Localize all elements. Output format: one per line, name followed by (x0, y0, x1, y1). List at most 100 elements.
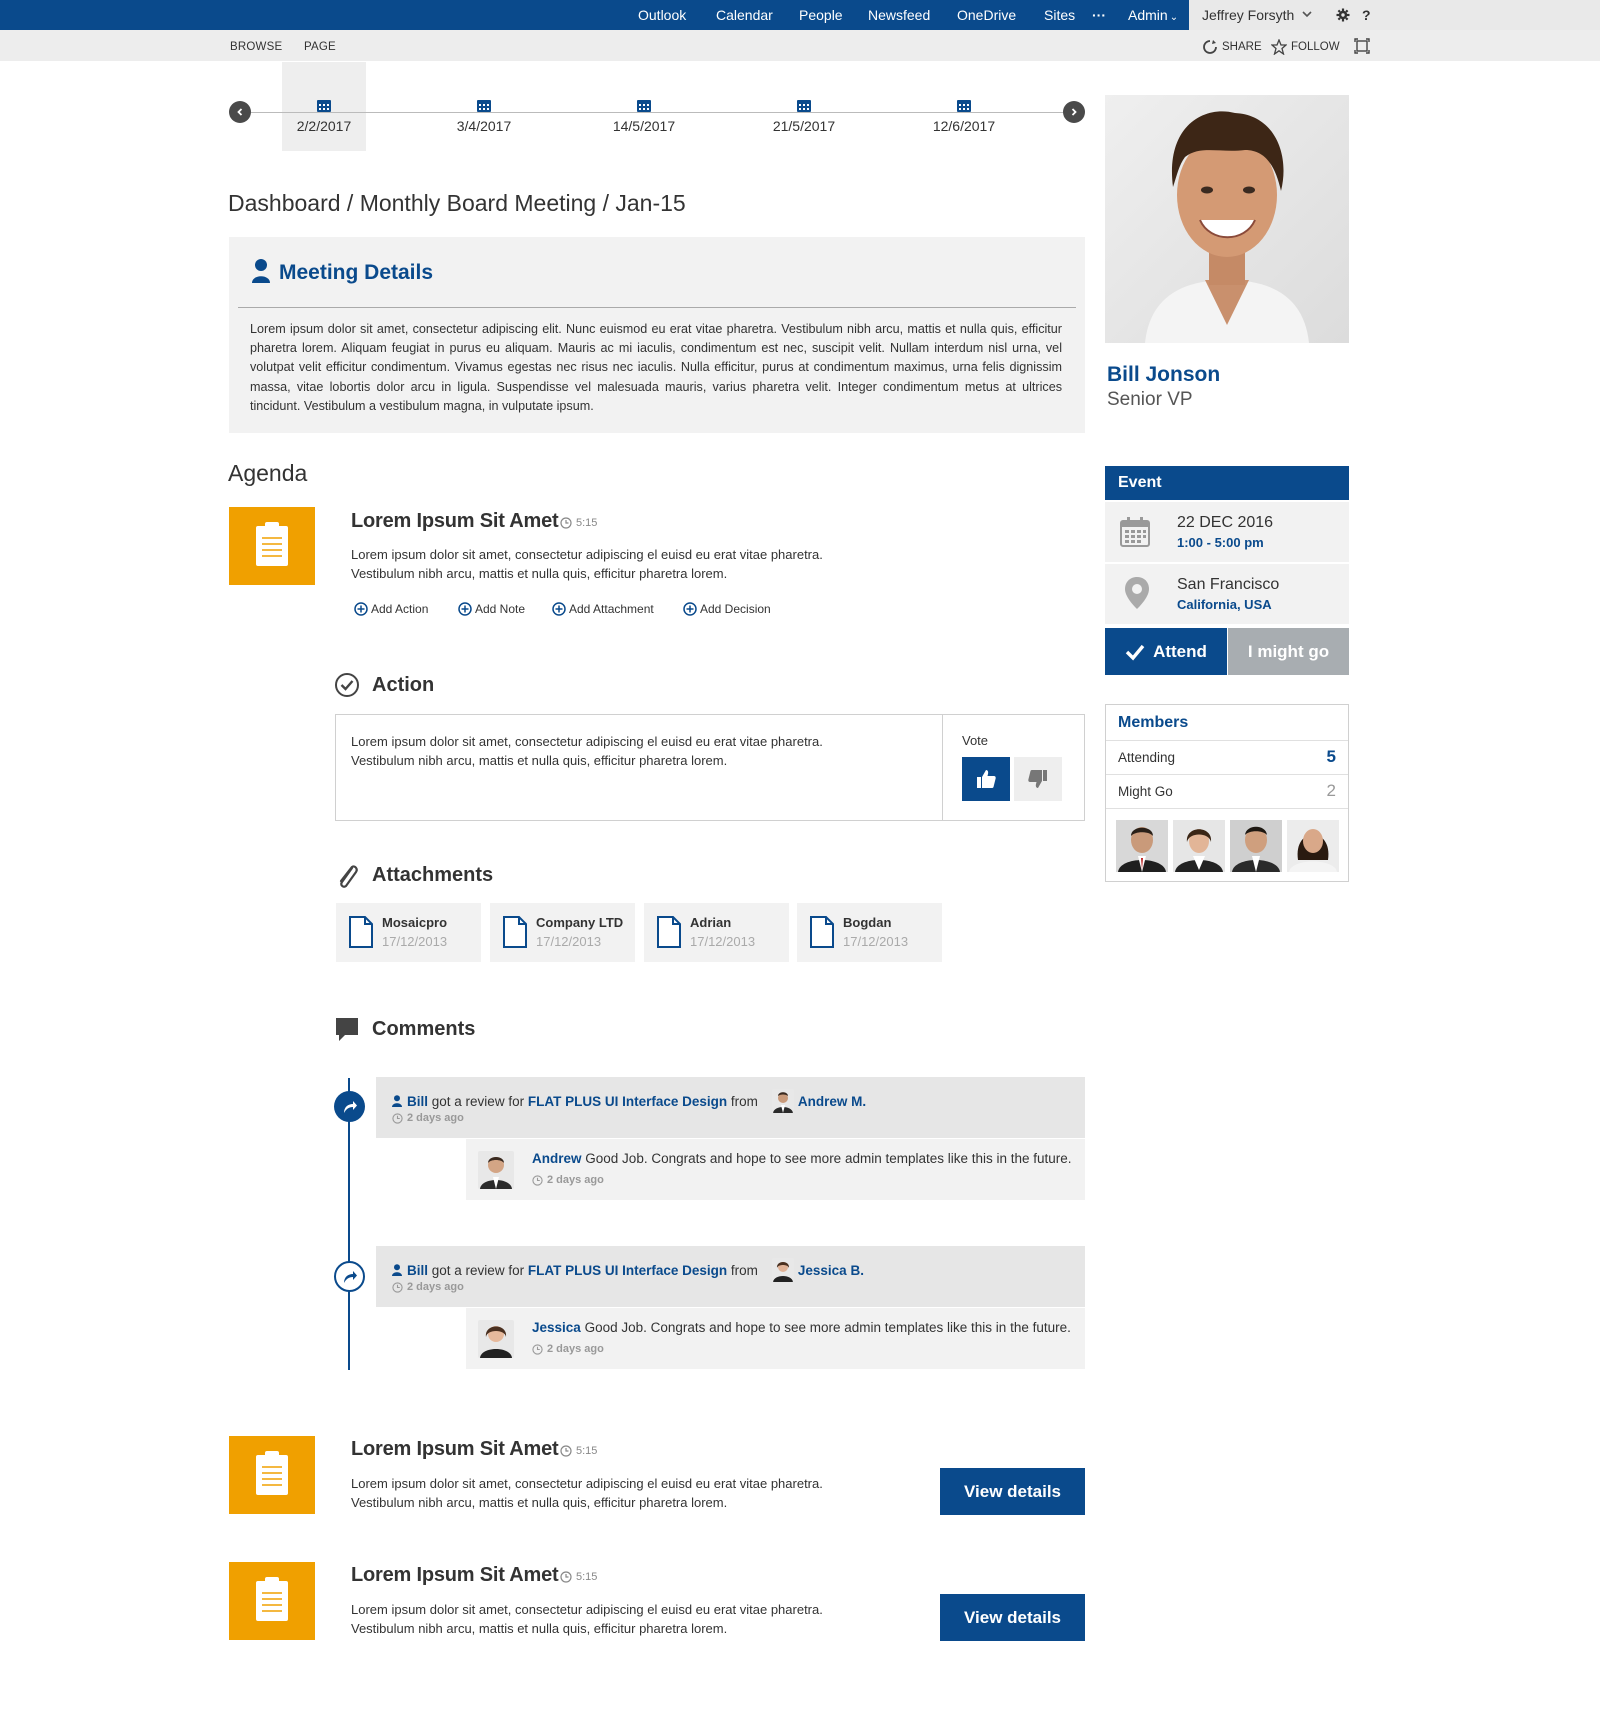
comment-time-text: 2 days ago (407, 1112, 464, 1124)
agenda-item-icon (229, 1562, 315, 1640)
follow-button[interactable]: FOLLOW (1271, 30, 1340, 64)
members-attending-row[interactable]: Attending 5 (1106, 740, 1348, 774)
agenda-item-icon (229, 507, 315, 585)
profile-name[interactable]: Bill Jonson (1107, 363, 1220, 387)
timeline-date-label: 14/5/2017 (612, 118, 676, 134)
add-decision-button[interactable]: Add Decision (683, 602, 771, 616)
attachment-name: Adrian (690, 915, 732, 930)
avatar[interactable] (1287, 820, 1339, 872)
document-icon (348, 916, 374, 948)
agenda-item-description: Lorem ipsum dolor sit amet, consectetur … (351, 545, 871, 583)
add-attachment-button[interactable]: Add Attachment (552, 602, 654, 616)
event-region: California, USA (1177, 597, 1272, 612)
comment-reviewer[interactable]: Jessica B. (798, 1263, 864, 1278)
nav-more[interactable]: ··· (1092, 0, 1106, 30)
calendar-icon (759, 99, 849, 113)
members-might-go-row[interactable]: Might Go 2 (1106, 774, 1348, 808)
comment-author[interactable]: Bill (407, 1094, 428, 1109)
clock-icon (560, 1445, 572, 1457)
view-details-button[interactable]: View details (940, 1468, 1085, 1515)
action-text: Lorem ipsum dolor sit amet, consectetur … (351, 732, 871, 770)
attachment-item[interactable]: Mosaicpro 17/12/2013 (336, 903, 481, 962)
timeline-date-item[interactable]: 12/6/2017 (919, 99, 1009, 134)
avatar[interactable] (1173, 820, 1225, 872)
comment-time: 2 days ago (532, 1174, 604, 1186)
attend-label: Attend (1153, 641, 1207, 661)
nav-calendar[interactable]: Calendar (716, 0, 773, 30)
attachment-item[interactable]: Bogdan 17/12/2013 (797, 903, 942, 962)
ribbon-bar: BROWSE PAGE SHARE FOLLOW (0, 30, 1600, 61)
user-menu[interactable]: Jeffrey Forsyth ? (1189, 0, 1600, 30)
profile-photo (1105, 95, 1349, 343)
event-title: Event (1105, 466, 1349, 500)
comment-line: Bill got a review for FLAT PLUS UI Inter… (392, 1258, 864, 1282)
calendar-icon (279, 99, 369, 113)
plus-circle-icon (552, 602, 566, 616)
reply-author[interactable]: Andrew (532, 1151, 582, 1166)
attachment-name: Mosaicpro (382, 915, 448, 930)
attachment-item[interactable]: Adrian 17/12/2013 (644, 903, 789, 962)
reply-author[interactable]: Jessica (532, 1320, 581, 1335)
attachment-name: Company LTD (536, 915, 624, 930)
nav-sites[interactable]: Sites (1044, 0, 1075, 30)
attend-button[interactable]: Attend (1105, 628, 1227, 675)
timeline-date-item[interactable]: 14/5/2017 (599, 99, 689, 134)
nav-admin[interactable]: Admin ⌄ (1128, 0, 1178, 30)
tab-page[interactable]: PAGE (304, 30, 336, 64)
event-date-row: 22 DEC 2016 1:00 - 5:00 pm (1105, 502, 1349, 562)
attachment-date: 17/12/2013 (536, 934, 602, 949)
thumbs-up-icon (977, 770, 996, 788)
nav-newsfeed[interactable]: Newsfeed (868, 0, 930, 30)
comment-time-text: 2 days ago (547, 1174, 604, 1186)
nav-onedrive[interactable]: OneDrive (957, 0, 1016, 30)
calendar-icon (919, 99, 1009, 113)
timeline-date-label: 21/5/2017 (772, 118, 836, 134)
timeline-date-item[interactable]: 21/5/2017 (759, 99, 849, 134)
tab-browse[interactable]: BROWSE (230, 30, 282, 64)
clock-icon (560, 517, 572, 529)
share-button[interactable]: SHARE (1202, 30, 1262, 64)
avatar[interactable] (1116, 820, 1168, 872)
timeline-date-item[interactable]: 2/2/2017 (279, 99, 369, 134)
breadcrumb: Dashboard / Monthly Board Meeting / Jan-… (228, 190, 686, 216)
add-action-label: Add Action (371, 602, 429, 616)
attachments-section-title: Attachments (372, 864, 494, 886)
comment-product-link[interactable]: FLAT PLUS UI Interface Design (528, 1263, 727, 1278)
comment-text: got a review for (431, 1262, 525, 1278)
clock-icon (532, 1343, 543, 1355)
add-action-button[interactable]: Add Action (354, 602, 428, 616)
timeline-date-label: 2/2/2017 (296, 118, 352, 134)
attending-count: 5 (1326, 747, 1336, 766)
comment-text: from (730, 1262, 758, 1278)
comment-time: 2 days ago (532, 1343, 604, 1355)
attachment-date: 17/12/2013 (690, 934, 756, 949)
comment-bubble-icon (334, 1016, 360, 1044)
comment-product-link[interactable]: FLAT PLUS UI Interface Design (528, 1094, 727, 1109)
avatar (771, 1089, 794, 1113)
add-decision-label: Add Decision (700, 602, 771, 616)
members-panel: Members Attending 5 Might Go 2 (1105, 704, 1349, 882)
comment-author[interactable]: Bill (407, 1263, 428, 1278)
agenda-item-title[interactable]: Lorem Ipsum Sit Amet (351, 1438, 559, 1461)
focus-mode-icon[interactable] (1354, 38, 1370, 54)
view-details-button[interactable]: View details (940, 1594, 1085, 1641)
nav-people[interactable]: People (799, 0, 843, 30)
attachment-item[interactable]: Company LTD 17/12/2013 (490, 903, 635, 962)
timeline-next-button[interactable] (1063, 101, 1085, 123)
chevron-down-icon (1301, 8, 1313, 20)
attachment-date: 17/12/2013 (382, 934, 448, 949)
agenda-item-title[interactable]: Lorem Ipsum Sit Amet (351, 510, 559, 533)
agenda-item-title[interactable]: Lorem Ipsum Sit Amet (351, 1564, 559, 1587)
add-note-button[interactable]: Add Note (458, 602, 525, 616)
vote-up-button[interactable] (962, 757, 1010, 801)
nav-outlook[interactable]: Outlook (638, 0, 686, 30)
avatar[interactable] (1230, 820, 1282, 872)
gear-icon[interactable] (1336, 8, 1350, 22)
help-icon[interactable]: ? (1362, 0, 1371, 30)
vote-down-button[interactable] (1014, 757, 1062, 801)
might-go-button[interactable]: I might go (1228, 628, 1349, 675)
timeline-date-item[interactable]: 3/4/2017 (439, 99, 529, 134)
comments-section-title: Comments (372, 1018, 476, 1040)
timeline-prev-button[interactable] (229, 101, 251, 123)
comment-reviewer[interactable]: Andrew M. (798, 1094, 866, 1109)
